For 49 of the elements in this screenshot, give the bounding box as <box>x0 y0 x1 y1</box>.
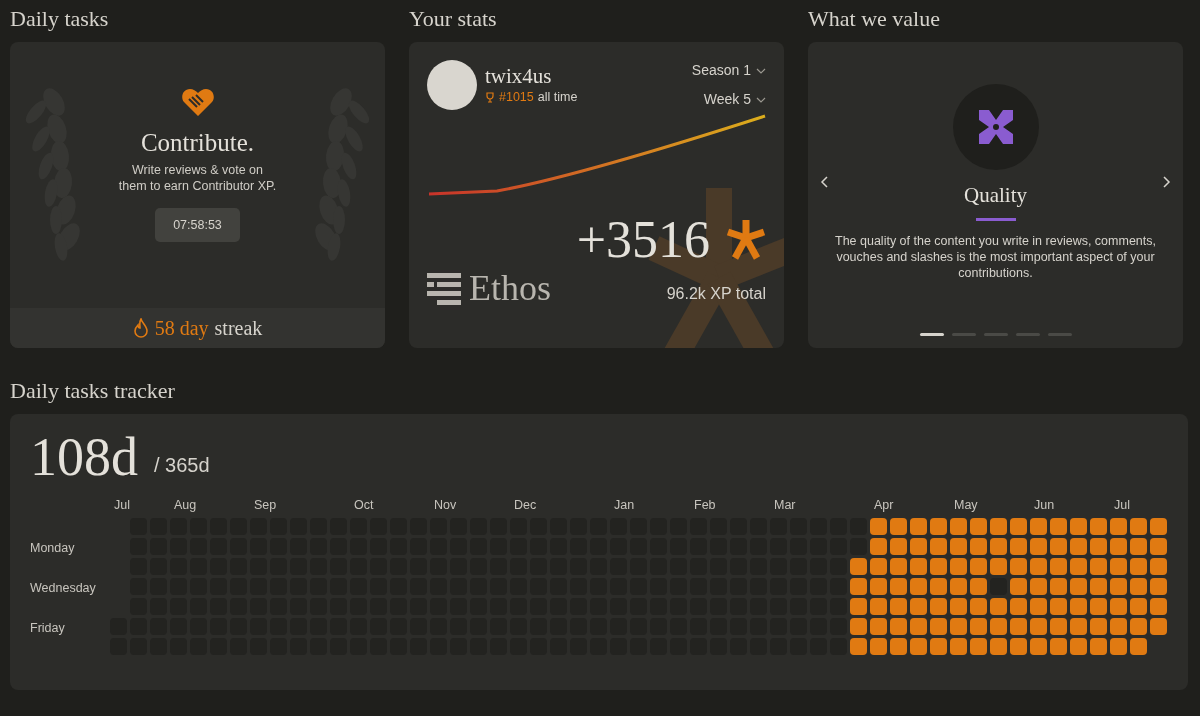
chevron-right-icon <box>1163 176 1171 188</box>
month-label: Apr <box>873 497 895 514</box>
month-label: Oct <box>353 497 375 514</box>
month-label: May <box>953 497 979 514</box>
chevron-icon <box>756 96 766 103</box>
section-heading: What we value <box>808 6 941 32</box>
quality-icon <box>978 110 1013 144</box>
section-heading: Daily tasks <box>10 6 110 32</box>
xp-total: 96.2k XP total <box>666 284 766 304</box>
trophy-icon <box>485 91 495 103</box>
username: twix4us <box>485 63 553 88</box>
streak-label: streak <box>214 316 263 341</box>
xp-gain: +3516 <box>576 214 710 266</box>
value-description: The quality of the content you write in reviews, comments, vouches and slashes is the most important aspect of your contributions. <box>834 232 1157 281</box>
month-label: Nov <box>433 497 458 514</box>
section-heading: Your stats <box>409 6 498 32</box>
month-label: Jun <box>1033 497 1056 514</box>
chevron-icon <box>756 67 766 74</box>
month-label: Sep <box>253 497 278 514</box>
dropdown[interactable]: Week 5 <box>703 89 766 110</box>
month-label: Jan <box>613 497 636 514</box>
section-heading: Daily tasks tracker <box>10 378 176 404</box>
month-label: Aug <box>173 497 198 514</box>
slide-indicator[interactable] <box>919 333 944 336</box>
month-label: Jul <box>1113 497 1131 514</box>
description: Write reviews & vote on them to earn Contributor XP. <box>117 161 278 194</box>
logo-icon <box>427 271 461 305</box>
weekday-label: Monday <box>30 540 76 557</box>
rank-label: all time <box>537 88 578 106</box>
rank-number: #1015 <box>499 88 534 106</box>
streak-count: 58 day <box>154 316 209 342</box>
dropdown[interactable]: Season 1 <box>691 60 766 81</box>
month-label: Jul <box>113 497 131 514</box>
weekday-label: Friday <box>30 620 66 637</box>
underline-accent <box>975 217 1016 221</box>
days-done: 108d <box>30 430 138 484</box>
card-title: Contribute. <box>140 128 255 158</box>
chevron-left-icon <box>820 176 828 188</box>
month-label: Mar <box>773 497 797 514</box>
avatar <box>427 60 477 110</box>
countdown-timer[interactable]: 07:58:53 <box>155 207 240 243</box>
month-label: Feb <box>693 497 717 514</box>
days-total: / 365d <box>154 453 210 478</box>
weekday-label: Wednesday <box>30 580 97 597</box>
flame-icon <box>132 318 149 338</box>
month-label: Dec <box>513 497 538 514</box>
brand-name: Ethos <box>469 270 551 306</box>
asterisk-icon <box>726 220 766 260</box>
value-title: Quality <box>964 182 1027 209</box>
